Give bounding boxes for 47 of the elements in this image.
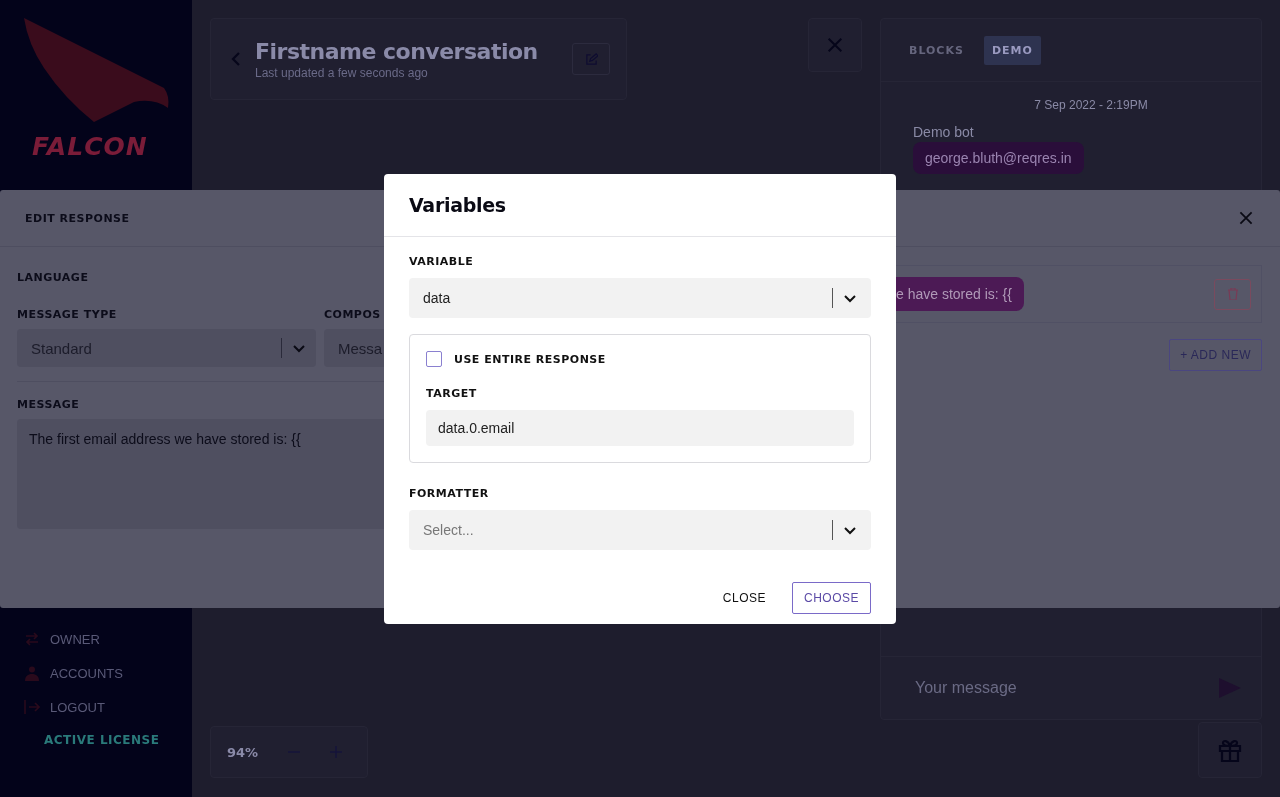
swap-arrows-icon (24, 631, 40, 647)
chevron-down-icon (843, 293, 857, 303)
last-updated-text: Last updated a few seconds ago (255, 65, 429, 80)
field-label: MESSAGE (17, 398, 81, 411)
field-label: TARGET (426, 387, 478, 400)
drawer-title: EDIT RESPONSE (25, 211, 131, 225)
user-icon (24, 665, 40, 681)
nav-link[interactable]: LOGOUT (24, 699, 123, 715)
choose-button[interactable]: CHOOSE (792, 582, 871, 614)
field-label: FORMATTER (409, 487, 490, 500)
chevron-down-icon (292, 343, 306, 353)
nav-link[interactable]: ACCOUNTS (24, 665, 123, 681)
brand-name: FALCON (32, 132, 148, 161)
back-chevron-icon[interactable] (231, 51, 241, 67)
message-textarea[interactable]: The first email address we have stored is: {{ (17, 419, 384, 529)
edit-button[interactable] (572, 43, 610, 75)
field-label: MESSAGE TYPE (17, 308, 118, 321)
field-label: VARIABLE (409, 255, 475, 268)
close-button[interactable] (808, 18, 862, 72)
zoom-level: 94% (227, 744, 259, 760)
panel-tab[interactable]: BLOCKS (901, 35, 972, 65)
close-icon (826, 36, 844, 54)
checkbox[interactable] (426, 351, 442, 367)
nav-link[interactable]: OWNER (24, 631, 123, 647)
license-status: ACTIVE LICENSE (44, 733, 160, 747)
trash-icon (1227, 288, 1238, 300)
panel-tab[interactable]: DEMO (983, 35, 1041, 65)
field-label: COMPOS (324, 308, 382, 321)
use-entire-response-checkbox[interactable]: USE ENTIRE RESPONSE (426, 351, 854, 367)
chat-bubble: george.bluth@reqres.in (913, 142, 1084, 174)
drawer-close-button[interactable] (1238, 210, 1254, 226)
gift-icon (1217, 737, 1243, 763)
gift-button[interactable] (1198, 722, 1262, 778)
field-label: LANGUAGE (17, 271, 90, 284)
target-input[interactable]: data.0.email (426, 410, 854, 446)
close-icon (1238, 210, 1254, 226)
chevron-down-icon (843, 525, 857, 535)
conversation-title: Firstname conversation (255, 38, 539, 64)
preview-bubble: e have stored is: {{ (896, 277, 1024, 311)
message-input[interactable]: Your message (913, 678, 1219, 698)
sender-name: Demo bot (913, 124, 975, 140)
delete-button[interactable] (1214, 278, 1251, 310)
dialog-title: Variables (409, 194, 506, 216)
variable-select[interactable]: data (409, 278, 871, 318)
logout-icon (24, 699, 40, 715)
formatter-select[interactable]: Select... (409, 510, 871, 550)
message-timestamp: 7 Sep 2022 - 2:19PM (1034, 98, 1148, 112)
